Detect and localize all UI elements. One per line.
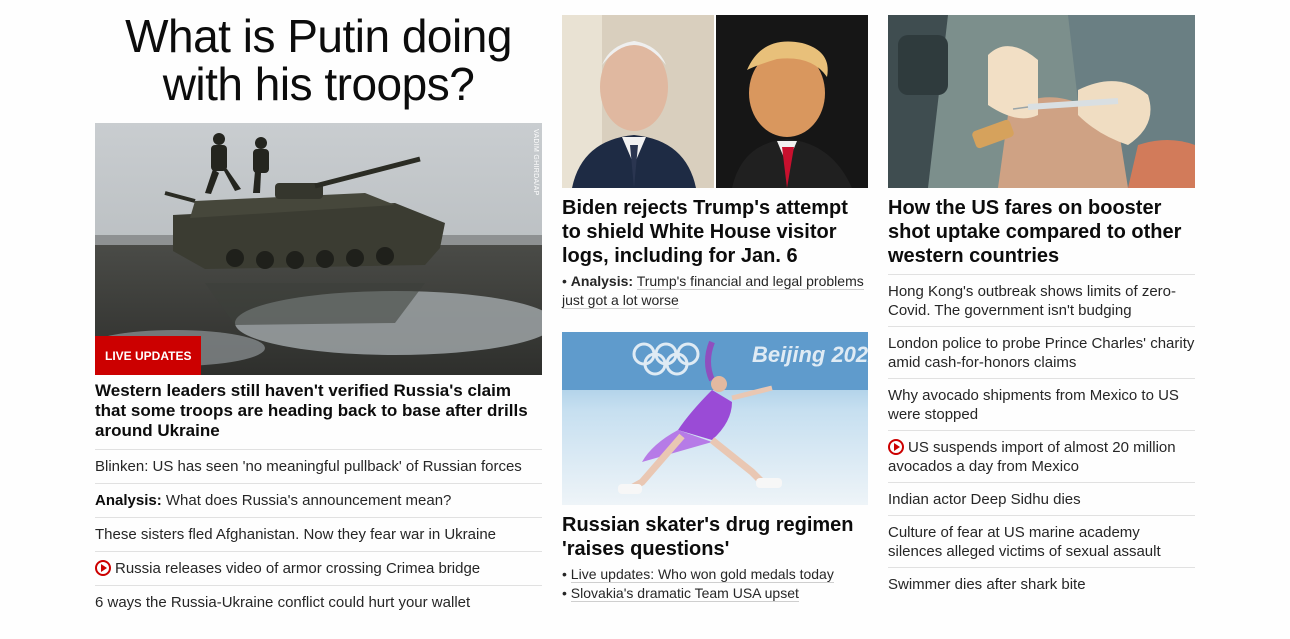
list-item[interactable]: London police to probe Prince Charles' c…: [888, 326, 1195, 378]
right-stories-list: Hong Kong's outbreak shows limits of zer…: [888, 274, 1195, 600]
lead-story-headline[interactable]: Western leaders still haven't verified R…: [95, 381, 542, 441]
list-item[interactable]: Analysis: What does Russia's announcemen…: [95, 483, 542, 517]
slovakia-link[interactable]: • Slovakia's dramatic Team USA upset: [562, 584, 868, 603]
play-icon: [95, 560, 111, 576]
biden-trump-image[interactable]: [562, 15, 868, 188]
booster-headline[interactable]: How the US fares on booster shot uptake …: [888, 196, 1195, 268]
list-item[interactable]: Hong Kong's outbreak shows limits of zer…: [888, 274, 1195, 326]
photo-credit: VADIM GHIRDA/AP: [532, 129, 539, 196]
hero-image[interactable]: VADIM GHIRDA/AP LIVE UPDATES: [95, 123, 542, 375]
live-updates-badge[interactable]: LIVE UPDATES: [95, 336, 202, 375]
list-item[interactable]: US suspends import of almost 20 million …: [888, 430, 1195, 482]
play-icon: [888, 439, 904, 455]
vaccine-image[interactable]: [888, 15, 1195, 188]
biden-trump-photo: [562, 15, 868, 188]
biden-trump-headline[interactable]: Biden rejects Trump's attempt to shield …: [562, 196, 868, 268]
live-updates-link[interactable]: • Live updates: Who won gold medals toda…: [562, 565, 868, 584]
analysis-label: Analysis:: [95, 492, 162, 509]
vaccine-photo: [888, 15, 1195, 188]
skater-headline[interactable]: Russian skater's drug regimen 'raises qu…: [562, 513, 868, 561]
list-item[interactable]: Indian actor Deep Sidhu dies: [888, 482, 1195, 515]
skater-links: • Live updates: Who won gold medals toda…: [562, 565, 868, 603]
hero-headline[interactable]: What is Putin doing with his troops?: [95, 12, 542, 108]
list-item[interactable]: Blinken: US has seen 'no meaningful pull…: [95, 449, 542, 483]
list-item[interactable]: Russia releases video of armor crossing …: [95, 551, 542, 585]
top-story-column: What is Putin doing with his troops? VAD…: [95, 0, 542, 611]
list-item[interactable]: 6 ways the Russia-Ukraine conflict could…: [95, 585, 542, 619]
list-item[interactable]: Culture of fear at US marine academy sil…: [888, 515, 1195, 567]
analysis-label: Analysis:: [570, 273, 634, 289]
related-stories-list: Blinken: US has seen 'no meaningful pull…: [95, 449, 542, 619]
skater-image[interactable]: Beijing 2022: [562, 332, 868, 505]
list-item[interactable]: Swimmer dies after shark bite: [888, 567, 1195, 600]
analysis-link[interactable]: • Analysis: Trump's financial and legal …: [562, 272, 868, 310]
svg-text:Beijing 2022: Beijing 2022: [752, 342, 868, 367]
list-item[interactable]: Why avocado shipments from Mexico to US …: [888, 378, 1195, 430]
list-item[interactable]: These sisters fled Afghanistan. Now they…: [95, 517, 542, 551]
skater-photo: Beijing 2022: [562, 332, 868, 505]
